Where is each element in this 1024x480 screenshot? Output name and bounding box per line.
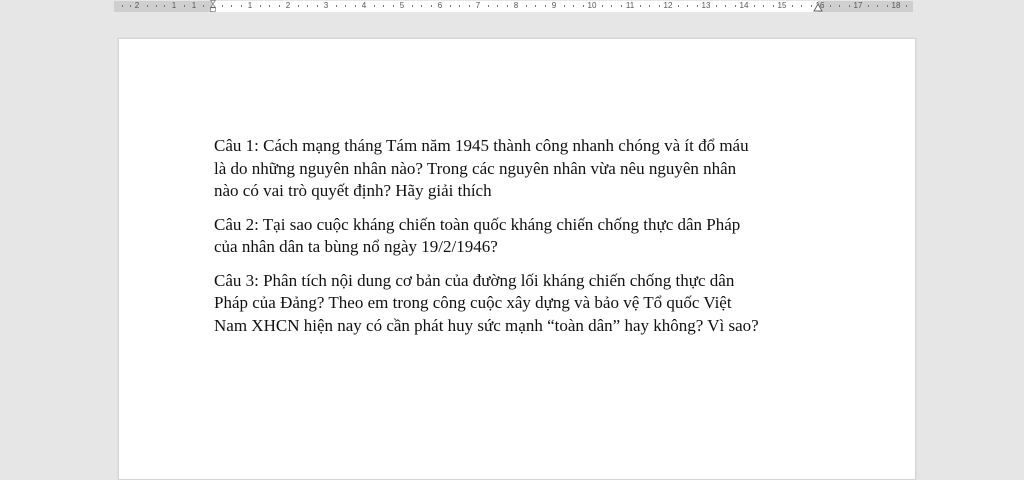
ruler-tick: [830, 5, 831, 7]
document-body[interactable]: Câu 1: Cách mạng tháng Tám năm 1945 thàn…: [214, 135, 834, 348]
ruler-tick: [801, 5, 802, 7]
ruler-tick: [345, 5, 346, 7]
ruler-tick: [307, 5, 308, 7]
ruler-tick: [421, 5, 422, 7]
ruler-tick: [431, 5, 432, 7]
ruler-tick: [535, 5, 536, 7]
ruler-tick: [383, 5, 384, 7]
ruler-number: 6: [437, 1, 443, 10]
paragraph-question-3: Câu 3: Phân tích nội dung cơ bản của đườ…: [214, 270, 759, 335]
ruler-tick: [459, 5, 460, 7]
ruler-tick: [526, 5, 527, 7]
ruler-tick: [203, 5, 204, 7]
ruler-tick: [621, 5, 622, 7]
right-indent-marker-icon[interactable]: [813, 2, 823, 14]
first-line-indent-marker-icon[interactable]: [208, 0, 218, 12]
ruler-tick: [602, 5, 603, 7]
ruler-tick: [241, 5, 242, 7]
ruler-number: 8: [513, 1, 519, 10]
ruler-tick: [450, 5, 451, 7]
ruler-tick: [164, 5, 165, 7]
ruler-number: 2: [134, 1, 140, 10]
ruler-tick: [811, 5, 812, 7]
ruler-number: 4: [361, 1, 367, 10]
ruler-number: 10: [587, 1, 597, 10]
ruler-tick: [725, 5, 726, 7]
ruler-number: 5: [399, 1, 405, 10]
ruler-tick: [393, 5, 394, 7]
ruler-tick: [412, 5, 413, 7]
ruler-tick: [298, 5, 299, 7]
ruler-tick: [231, 5, 232, 7]
paragraph-question-1: Câu 1: Cách mạng tháng Tám năm 1945 thàn…: [214, 136, 749, 200]
horizontal-ruler[interactable]: 2 1 1 1 2 3 4 5 6 7 8 9 10 11 12 13 14 1…: [0, 0, 1024, 13]
ruler-number: 13: [701, 1, 711, 10]
ruler-tick: [640, 5, 641, 7]
ruler-tick: [877, 5, 878, 7]
ruler-tick: [497, 5, 498, 7]
ruler-tick: [130, 5, 131, 7]
ruler-number: 1: [247, 1, 253, 10]
ruler-tick: [573, 5, 574, 7]
ruler-number: 18: [891, 1, 901, 10]
ruler-number: 15: [777, 1, 787, 10]
ruler-tick: [156, 5, 157, 7]
ruler-tick: [469, 5, 470, 7]
ruler-tick: [649, 5, 650, 7]
ruler-tick: [678, 5, 679, 7]
ruler-tick: [611, 5, 612, 7]
ruler-tick: [184, 5, 185, 7]
ruler-tick: [355, 5, 356, 7]
ruler-tick: [754, 5, 755, 7]
ruler-tick: [545, 5, 546, 7]
ruler-tick: [849, 5, 850, 7]
ruler-tick: [887, 5, 888, 7]
ruler-tick: [839, 5, 840, 7]
ruler-tick: [773, 5, 774, 7]
ruler-tick: [792, 5, 793, 7]
ruler-tick: [222, 5, 223, 7]
ruler-tick: [336, 5, 337, 7]
document-page[interactable]: Câu 1: Cách mạng tháng Tám năm 1945 thàn…: [118, 38, 916, 480]
ruler-number: 1: [171, 1, 177, 10]
ruler-tick: [374, 5, 375, 7]
ruler-tick: [687, 5, 688, 7]
ruler-tick: [122, 5, 123, 7]
ruler-tick: [659, 5, 660, 7]
ruler-tick: [507, 5, 508, 7]
ruler-number: 17: [853, 1, 863, 10]
ruler-number: 7: [475, 1, 481, 10]
paragraph-question-2: Câu 2: Tại sao cuộc kháng chiến toàn quố…: [214, 214, 741, 257]
ruler-number: 12: [663, 1, 673, 10]
ruler-tick: [488, 5, 489, 7]
ruler-tick: [583, 5, 584, 7]
ruler-tick: [564, 5, 565, 7]
ruler-tick: [868, 5, 869, 7]
ruler-tick: [279, 5, 280, 7]
ruler-tick: [697, 5, 698, 7]
ruler-number: 2: [285, 1, 291, 10]
ruler-number: 1: [191, 1, 197, 10]
ruler-tick: [763, 5, 764, 7]
ruler-tick: [317, 5, 318, 7]
ruler-number: 14: [739, 1, 749, 10]
ruler-tick: [716, 5, 717, 7]
ruler-number: 3: [323, 1, 329, 10]
ruler-tick: [906, 5, 907, 7]
ruler-number: 11: [625, 1, 635, 10]
ruler-tick: [147, 5, 148, 7]
ruler-tick: [269, 5, 270, 7]
ruler-number: 9: [551, 1, 557, 10]
ruler-tick: [260, 5, 261, 7]
ruler-tick: [735, 5, 736, 7]
